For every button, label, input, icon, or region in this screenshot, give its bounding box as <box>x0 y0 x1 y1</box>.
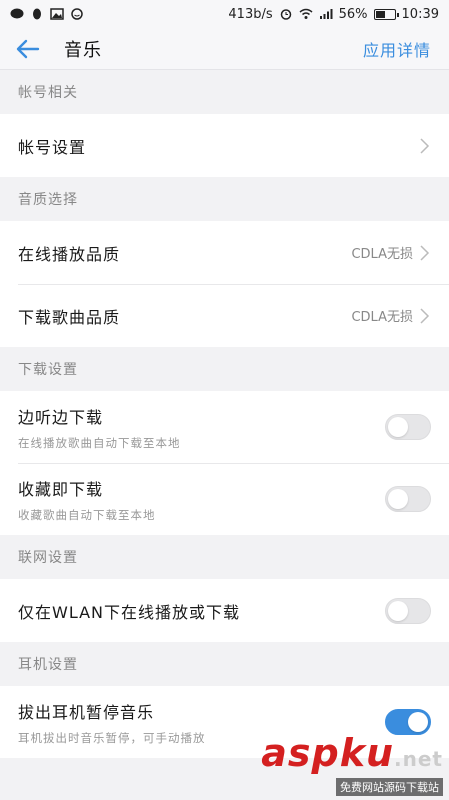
listen-download-row: 边听边下载 在线播放歌曲自动下载至本地 <box>0 391 449 463</box>
section-header-network: 联网设置 <box>0 535 449 579</box>
smiley-icon <box>71 8 83 20</box>
section-header-quality: 音质选择 <box>0 177 449 221</box>
pause-unplug-desc: 耳机拔出时音乐暂停，可手动播放 <box>18 730 206 745</box>
back-arrow-icon[interactable] <box>14 35 42 63</box>
online-quality-value: CDLA无损 <box>351 247 413 262</box>
download-group: 边听边下载 在线播放歌曲自动下载至本地 收藏即下载 收藏歌曲自动下载至本地 <box>0 391 449 535</box>
clock: 10:39 <box>401 6 439 22</box>
online-quality-right: CDLA无损 <box>351 243 431 262</box>
fav-download-text: 收藏即下载 收藏歌曲自动下载至本地 <box>18 476 156 523</box>
wlan-only-row: 仅在WLAN下在线播放或下载 <box>0 579 449 642</box>
status-bar-left <box>10 8 84 20</box>
battery-percent: 56% <box>338 6 368 22</box>
account-group: 帐号设置 <box>0 114 449 177</box>
chevron-right-icon <box>420 244 430 261</box>
page-title: 音乐 <box>64 39 102 61</box>
download-quality-label: 下载歌曲品质 <box>18 307 121 327</box>
listen-download-text: 边听边下载 在线播放歌曲自动下载至本地 <box>18 404 181 451</box>
listen-download-label: 边听边下载 <box>18 407 104 427</box>
quality-group: 在线播放品质 CDLA无损 下载歌曲品质 CDLA无损 <box>0 221 449 347</box>
online-quality-label: 在线播放品质 <box>18 244 121 264</box>
download-quality-row[interactable]: 下载歌曲品质 CDLA无损 <box>0 284 449 347</box>
chat-bubble-icon <box>10 8 24 19</box>
account-settings-label: 帐号设置 <box>18 137 87 157</box>
section-header-download: 下载设置 <box>0 347 449 391</box>
wifi-icon <box>299 8 313 19</box>
watermark: aspku.net 免费网站源码下载站 <box>261 734 443 796</box>
toggle-knob <box>408 712 428 732</box>
app-detail-link[interactable]: 应用详情 <box>363 37 431 61</box>
section-header-account: 帐号相关 <box>0 70 449 114</box>
watermark-logo-suffix: .net <box>394 747 443 771</box>
network-group: 仅在WLAN下在线播放或下载 <box>0 579 449 642</box>
listen-download-toggle[interactable] <box>385 414 431 440</box>
fav-download-toggle[interactable] <box>385 486 431 512</box>
title-bar-left: 音乐 <box>14 35 102 63</box>
signal-icon <box>319 9 333 19</box>
title-bar: 音乐 应用详情 <box>0 28 449 70</box>
status-bar: 413b/s 56% 10:39 <box>0 0 449 28</box>
watermark-logo-text: aspku <box>261 731 395 775</box>
toggle-knob <box>388 600 408 621</box>
fav-download-row: 收藏即下载 收藏歌曲自动下载至本地 <box>0 463 449 535</box>
alarm-icon <box>280 9 291 20</box>
chevron-right-icon <box>420 137 430 154</box>
chevron-right-icon <box>420 307 430 324</box>
download-quality-right: CDLA无损 <box>351 306 431 325</box>
online-quality-row[interactable]: 在线播放品质 CDLA无损 <box>0 221 449 284</box>
network-speed: 413b/s <box>228 6 273 22</box>
pause-unplug-text: 拔出耳机暂停音乐 耳机拔出时音乐暂停，可手动播放 <box>18 699 206 746</box>
fav-download-label: 收藏即下载 <box>18 479 104 499</box>
toggle-knob <box>388 489 408 509</box>
watermark-logo: aspku.net <box>261 734 443 778</box>
download-quality-value: CDLA无损 <box>351 310 413 325</box>
image-icon <box>50 8 64 20</box>
wlan-only-toggle[interactable] <box>385 597 431 624</box>
section-header-headset: 耳机设置 <box>0 642 449 686</box>
wlan-only-label: 仅在WLAN下在线播放或下载 <box>18 602 241 622</box>
fav-download-desc: 收藏歌曲自动下载至本地 <box>18 507 156 522</box>
watermark-text: 免费网站源码下载站 <box>336 778 443 796</box>
penguin-icon <box>33 8 41 20</box>
listen-download-desc: 在线播放歌曲自动下载至本地 <box>18 435 181 450</box>
toggle-knob <box>388 417 408 437</box>
status-bar-right: 413b/s 56% 10:39 <box>228 7 439 22</box>
battery-icon <box>373 8 399 20</box>
account-settings-row[interactable]: 帐号设置 <box>0 114 449 177</box>
pause-unplug-label: 拔出耳机暂停音乐 <box>18 702 155 722</box>
